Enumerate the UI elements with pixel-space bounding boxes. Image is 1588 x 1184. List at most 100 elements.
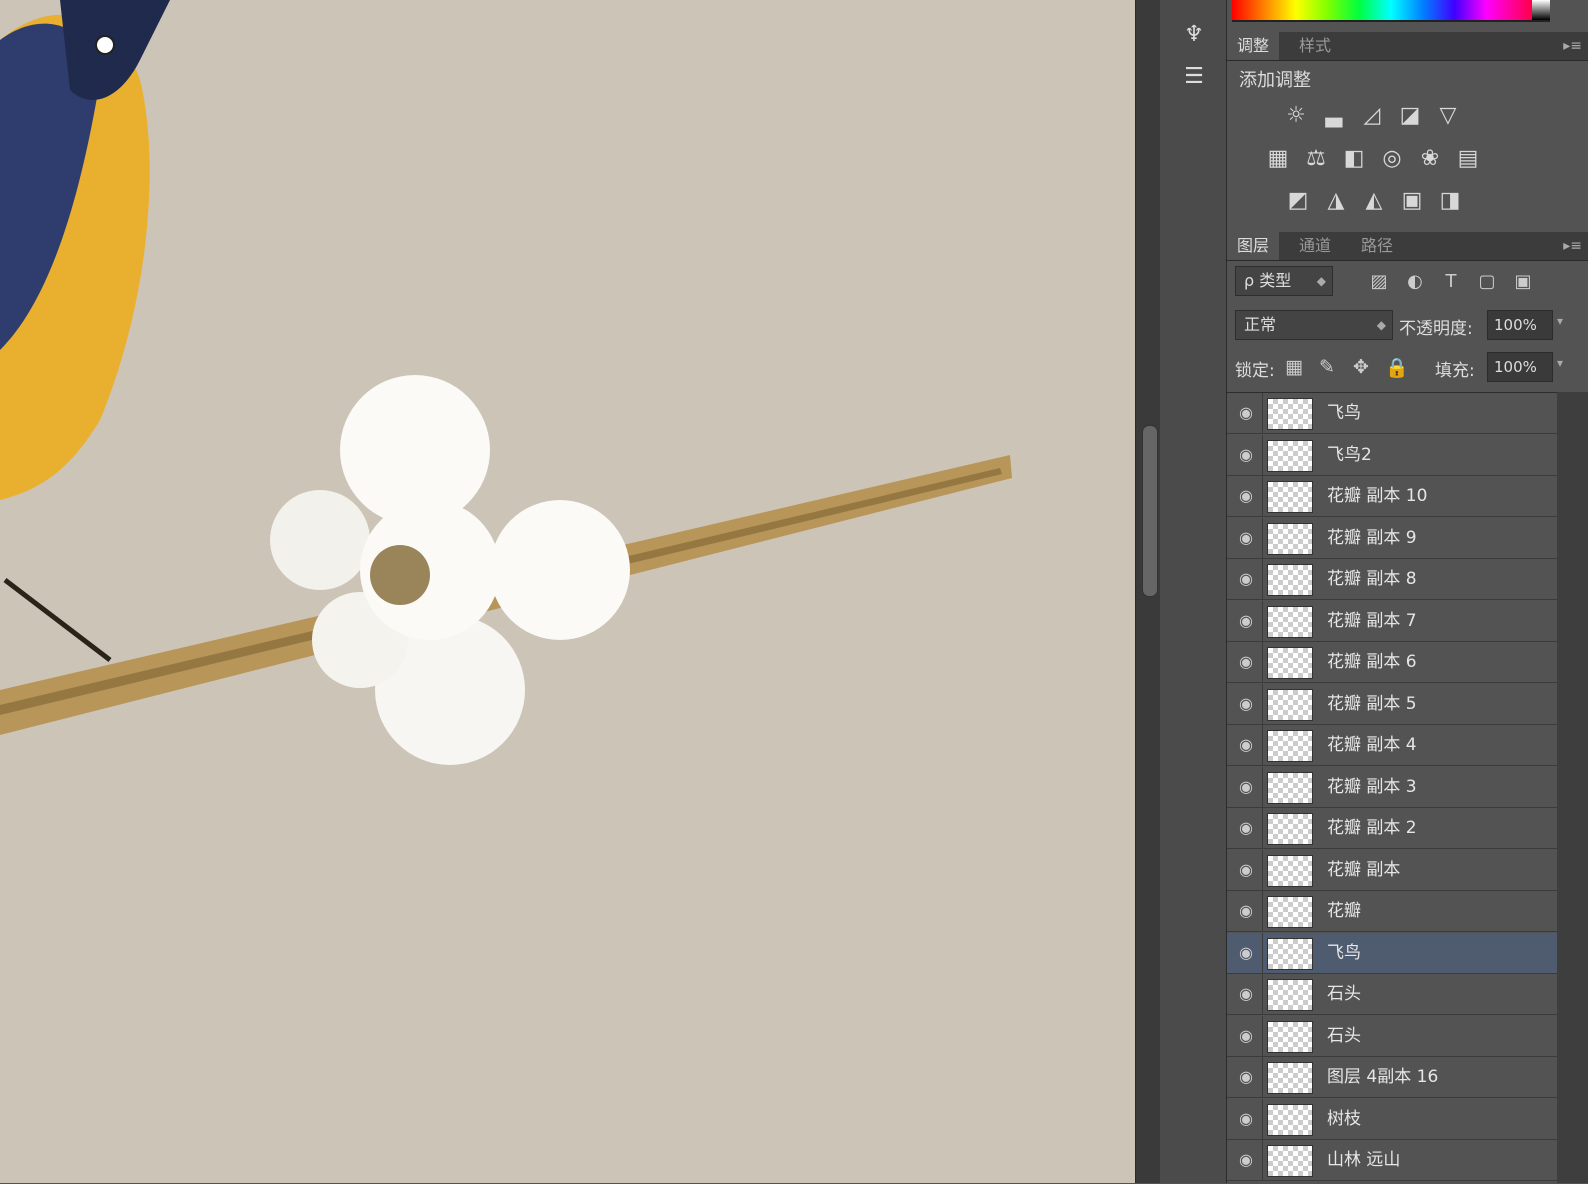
panel-dock-strip: ♆ ☰ [1160,0,1227,1183]
layers-panel-menu-icon[interactable]: ▸≡ [1563,232,1582,260]
layer-row[interactable]: ◉ 花瓣 副本 2 [1227,808,1557,849]
gradient-map-icon[interactable]: ▣ [1398,187,1426,215]
visibility-eye-icon[interactable]: ◉ [1235,486,1257,506]
layer-row[interactable]: ◉ 花瓣 [1227,891,1557,932]
layer-row[interactable]: ◉ 花瓣 副本 6 [1227,642,1557,683]
filter-kind-value: ρ 类型 [1244,271,1292,290]
layer-row[interactable]: ◉ 花瓣 副本 9 [1227,517,1557,559]
visibility-eye-icon[interactable]: ◉ [1235,777,1257,797]
panel-menu-icon[interactable]: ▸≡ [1563,32,1582,60]
visibility-eye-icon[interactable]: ◉ [1235,694,1257,714]
visibility-eye-icon[interactable]: ◉ [1235,1026,1257,1046]
levels-icon[interactable]: ▃ [1320,102,1348,130]
blend-mode-value: 正常 [1244,315,1277,334]
fill-input[interactable]: 100% [1487,352,1553,382]
layer-name: 花瓣 副本 [1327,859,1401,880]
scrollbar-thumb[interactable] [1142,425,1158,597]
lock-transparent-icon[interactable]: ▦ [1285,356,1303,378]
layer-name: 花瓣 副本 4 [1327,735,1417,755]
layer-row[interactable]: ◉ 石头 [1227,974,1557,1015]
visibility-eye-icon[interactable]: ◉ [1235,818,1257,838]
layer-name: 图层 4副本 16 [1327,1067,1439,1087]
layer-row[interactable]: ◉ 花瓣 副本 7 [1227,600,1557,642]
layer-thumbnail [1267,979,1313,1011]
layer-row[interactable]: ◉ 石头 [1227,1015,1557,1057]
visibility-eye-icon[interactable]: ◉ [1235,735,1257,755]
layer-row[interactable]: ◉ 飞鸟 [1227,393,1557,434]
lock-position-icon[interactable]: ✥ [1353,356,1369,378]
color-spectrum[interactable] [1232,0,1550,22]
layer-row[interactable]: ◉ 花瓣 副本 8 [1227,559,1557,600]
posterize-icon[interactable]: ◮ [1322,187,1350,215]
black-white-icon[interactable]: ◧ [1340,145,1368,173]
hue-saturation-icon[interactable]: ▦ [1264,145,1292,173]
layer-thumbnail [1267,439,1313,472]
row-divider [1262,517,1263,559]
vibrance-icon[interactable]: ▽ [1434,102,1462,130]
layer-row[interactable]: ◉ 花瓣 副本 10 [1227,476,1557,517]
blend-mode-dropdown[interactable]: 正常 ◆ [1235,310,1393,340]
visibility-eye-icon[interactable]: ◉ [1235,445,1257,465]
brightness-contrast-icon[interactable]: ☼ [1282,102,1310,130]
exposure-icon[interactable]: ◪ [1396,102,1424,130]
tab-adjustments[interactable]: 调整 [1227,32,1280,60]
layer-name: 飞鸟 [1327,942,1361,963]
layer-row[interactable]: ◉ 山林 远山 [1227,1140,1557,1181]
adjust-sliders-icon[interactable]: ☰ [1178,62,1210,92]
layer-row[interactable]: ◉ 飞鸟2 [1227,434,1557,476]
adjustment-filter-icon[interactable]: ◐ [1401,268,1429,296]
pixel-filter-icon[interactable]: ▨ [1365,268,1393,296]
fill-slider-arrow-icon[interactable]: ▾ [1557,356,1563,370]
tab-channels[interactable]: 通道 [1289,232,1341,260]
opacity-input[interactable]: 100% [1487,310,1553,340]
tab-paths[interactable]: 路径 [1351,232,1403,260]
row-divider [1262,1015,1263,1057]
filter-kind-dropdown[interactable]: ρ 类型 ◆ [1235,266,1333,296]
visibility-eye-icon[interactable]: ◉ [1235,901,1257,921]
opacity-slider-arrow-icon[interactable]: ▾ [1557,314,1563,328]
visibility-eye-icon[interactable]: ◉ [1235,528,1257,548]
photo-filter-icon[interactable]: ◎ [1378,145,1406,173]
row-divider [1262,393,1263,434]
visibility-eye-icon[interactable]: ◉ [1235,1109,1257,1129]
brush-presets-icon[interactable]: ♆ [1178,20,1210,50]
layer-row[interactable]: ◉ 花瓣 副本 [1227,849,1557,891]
visibility-eye-icon[interactable]: ◉ [1235,1067,1257,1087]
visibility-eye-icon[interactable]: ◉ [1235,1150,1257,1170]
layer-list-scrollbar[interactable] [1557,392,1588,1183]
visibility-eye-icon[interactable]: ◉ [1235,984,1257,1004]
visibility-eye-icon[interactable]: ◉ [1235,860,1257,880]
lock-all-icon[interactable]: 🔒 [1385,356,1409,379]
layer-name: 花瓣 副本 3 [1327,776,1417,797]
curves-icon[interactable]: ◿ [1358,102,1386,130]
canvas-vertical-scrollbar[interactable] [1135,0,1160,1183]
layer-row[interactable]: ◉ 花瓣 副本 5 [1227,683,1557,725]
lock-image-icon[interactable]: ✎ [1319,356,1335,378]
layer-row[interactable]: ◉ 飞鸟 [1227,932,1557,974]
bird-leg [3,578,112,662]
tab-styles[interactable]: 样式 [1289,32,1341,60]
visibility-eye-icon[interactable]: ◉ [1235,652,1257,672]
document-canvas[interactable] [0,0,1135,1183]
tab-layers[interactable]: 图层 [1227,232,1280,260]
visibility-eye-icon[interactable]: ◉ [1235,403,1257,423]
type-filter-icon[interactable]: T [1437,268,1465,296]
layer-row[interactable]: ◉ 花瓣 副本 3 [1227,766,1557,808]
visibility-eye-icon[interactable]: ◉ [1235,611,1257,631]
smart-object-filter-icon[interactable]: ▣ [1509,268,1537,296]
layer-row[interactable]: ◉ 花瓣 副本 4 [1227,725,1557,766]
visibility-eye-icon[interactable]: ◉ [1235,569,1257,589]
layer-row[interactable]: ◉ 树枝 [1227,1098,1557,1140]
invert-icon[interactable]: ◩ [1284,187,1312,215]
visibility-eye-icon[interactable]: ◉ [1235,943,1257,963]
threshold-icon[interactable]: ◭ [1360,187,1388,215]
layer-name: 花瓣 副本 8 [1327,569,1417,589]
layer-row[interactable]: ◉ 图层 4副本 16 [1227,1057,1557,1098]
shape-filter-icon[interactable]: ▢ [1473,268,1501,296]
row-divider [1262,849,1263,891]
color-balance-icon[interactable]: ⚖ [1302,145,1330,173]
selective-color-icon[interactable]: ◨ [1436,187,1464,215]
layer-thumbnail [1267,771,1313,804]
color-lookup-icon[interactable]: ▤ [1454,145,1482,173]
channel-mixer-icon[interactable]: ❀ [1416,145,1444,173]
